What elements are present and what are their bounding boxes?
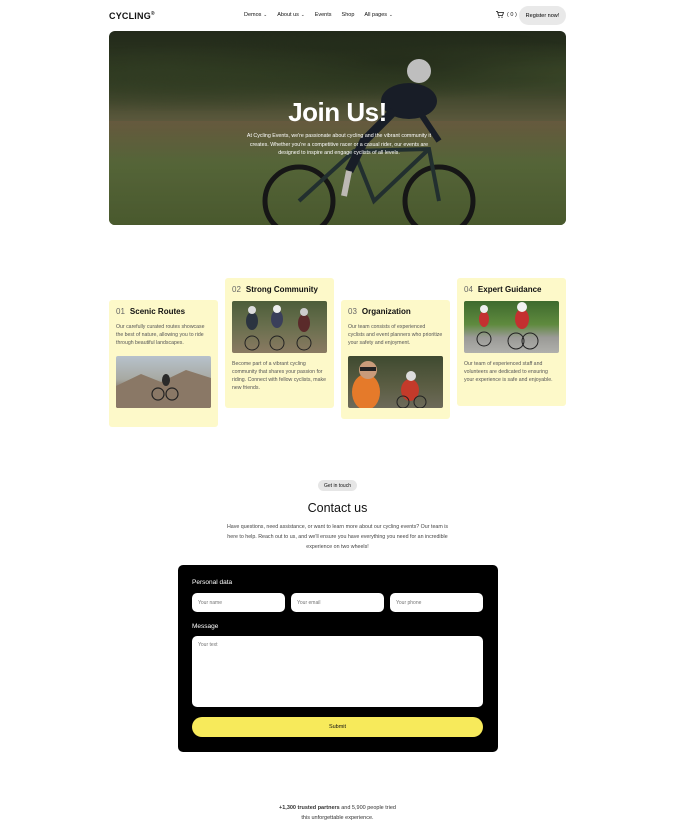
message-textarea[interactable] bbox=[192, 636, 483, 707]
partners-text: +1,300 trusted partners and 5,900 people… bbox=[279, 805, 396, 821]
submit-button[interactable]: Submit bbox=[192, 717, 483, 737]
chevron-down-icon: ⌄ bbox=[300, 12, 305, 17]
cart-count: ( 0 ) bbox=[507, 11, 517, 18]
feature-card-organization: 03 Organization Our team consists of expe… bbox=[341, 300, 450, 419]
card-text: Become part of a vibrant cycling communi… bbox=[232, 361, 326, 391]
card-text: Our team of experienced staff and volunt… bbox=[464, 361, 553, 383]
expert-guidance-photo bbox=[464, 301, 559, 353]
name-input[interactable] bbox=[192, 593, 285, 612]
get-in-touch-badge: Get in touch bbox=[318, 480, 357, 491]
card-number: 01 bbox=[116, 307, 125, 316]
card-text: Our team consists of experienced cyclist… bbox=[348, 324, 443, 346]
card-title: Expert Guidance bbox=[477, 285, 542, 294]
nav-item-about-us[interactable]: About us ⌄ bbox=[277, 12, 305, 18]
hero-banner: Join Us! At Cycling Events, we're passio… bbox=[109, 31, 566, 225]
card-text: Our carefully curated routes showcase th… bbox=[116, 324, 205, 346]
scenic-route-photo bbox=[116, 356, 211, 408]
message-label: Message bbox=[192, 623, 219, 630]
personal-data-label: Personal data bbox=[192, 579, 233, 586]
main-nav: Demos ⌄ About us ⌄ Events Shop All pages ⌄ bbox=[244, 12, 393, 18]
feature-card-expert-guidance: 04 Expert Guidance Our team of experience… bbox=[457, 278, 566, 406]
nav-item-shop[interactable]: Shop bbox=[342, 12, 355, 18]
site-header: CYCLING® Demos ⌄ About us ⌄ Events Shop Al… bbox=[109, 6, 566, 26]
register-button[interactable]: Register now! bbox=[519, 6, 566, 25]
chevron-down-icon: ⌄ bbox=[389, 12, 393, 17]
card-number: 04 bbox=[464, 285, 473, 294]
hero-title: Join Us! bbox=[288, 97, 387, 127]
site-logo[interactable]: CYCLING® bbox=[109, 11, 155, 21]
feature-card-strong-community: 02 Strong Community Become part of a vibr… bbox=[225, 278, 334, 408]
hero-description: At Cycling Events, we're passionate abou… bbox=[246, 133, 432, 156]
chevron-down-icon: ⌄ bbox=[263, 12, 268, 17]
nav-item-demos[interactable]: Demos ⌄ bbox=[244, 12, 267, 18]
card-number: 02 bbox=[232, 285, 241, 294]
organization-photo bbox=[348, 356, 443, 408]
contact-description: Have questions, need assistance, or want… bbox=[226, 524, 449, 550]
nav-item-events[interactable]: Events bbox=[315, 12, 332, 18]
nav-item-all-pages[interactable]: All pages ⌄ bbox=[364, 12, 392, 18]
card-title: Strong Community bbox=[245, 285, 318, 294]
cart-icon bbox=[496, 11, 504, 18]
community-photo bbox=[232, 301, 327, 353]
cart-button[interactable]: ( 0 ) bbox=[496, 11, 517, 18]
phone-input[interactable] bbox=[390, 593, 483, 612]
contact-form: Personal data Message Submit bbox=[178, 565, 498, 752]
card-number: 03 bbox=[348, 307, 357, 316]
email-input[interactable] bbox=[291, 593, 384, 612]
feature-card-scenic-routes: 01 Scenic Routes Our carefully curated ro… bbox=[109, 300, 218, 427]
card-title: Organization bbox=[361, 307, 411, 316]
contact-title: Contact us bbox=[307, 501, 368, 515]
card-title: Scenic Routes bbox=[129, 307, 186, 316]
